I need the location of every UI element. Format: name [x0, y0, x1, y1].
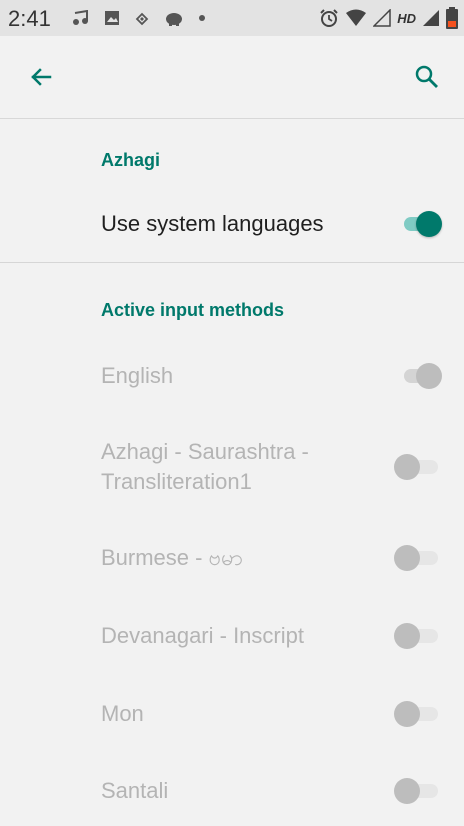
toolbar — [0, 36, 464, 119]
back-button[interactable] — [26, 62, 56, 92]
sync-icon — [135, 12, 149, 26]
input-method-mon-label: Mon — [101, 701, 144, 726]
section-title-azhagi: Azhagi — [101, 150, 161, 170]
alarm-icon — [320, 9, 338, 27]
input-method-saurashtra-label-line2: Transliteration1 — [101, 469, 252, 494]
notification-icons — [72, 9, 206, 27]
input-method-santali-label: Santali — [101, 778, 169, 803]
battery-icon — [446, 7, 458, 29]
signal-full-icon — [423, 10, 439, 26]
switch-thumb — [394, 778, 420, 804]
input-method-burmese-label: Burmese - ဗမာ — [101, 545, 243, 570]
wifi-icon — [346, 9, 367, 26]
input-method-devanagari-switch — [392, 621, 444, 651]
input-method-saurashtra-label-line1: Azhagi - Saurashtra - — [101, 439, 309, 464]
section-title-active-input-methods: Active input methods — [101, 300, 285, 320]
arrow-back-icon — [31, 68, 52, 86]
input-method-mon-switch — [392, 699, 444, 729]
use-system-languages-switch[interactable] — [392, 209, 444, 239]
switch-thumb — [416, 211, 442, 237]
signal-empty-icon — [373, 9, 391, 27]
switch-thumb — [394, 701, 420, 727]
input-method-english-label: English — [101, 363, 174, 388]
piggy-bank-icon — [166, 13, 182, 26]
status-time: 2:41 — [8, 6, 51, 31]
switch-thumb — [394, 623, 420, 649]
switch-thumb — [394, 545, 420, 571]
input-method-saurashtra-label: Azhagi - Saurashtra - Transliteration1 — [101, 437, 309, 497]
dot-icon — [199, 15, 205, 21]
divider — [0, 262, 464, 263]
input-method-devanagari-label: Devanagari - Inscript — [101, 623, 304, 648]
input-method-burmese-switch — [392, 543, 444, 573]
search-icon — [415, 65, 438, 88]
image-icon — [105, 11, 119, 25]
switch-thumb — [416, 363, 442, 389]
hd-label: HD — [397, 10, 416, 26]
status-bar: 2:41 HD — [0, 0, 464, 36]
system-icons: HD — [319, 7, 458, 29]
search-button[interactable] — [412, 62, 442, 92]
input-method-santali-switch — [392, 776, 444, 806]
use-system-languages-label[interactable]: Use system languages — [101, 209, 324, 239]
input-method-saurashtra-switch — [392, 452, 444, 482]
switch-thumb — [394, 454, 420, 480]
input-method-english-switch — [392, 361, 444, 391]
music-note-icon — [73, 10, 88, 25]
